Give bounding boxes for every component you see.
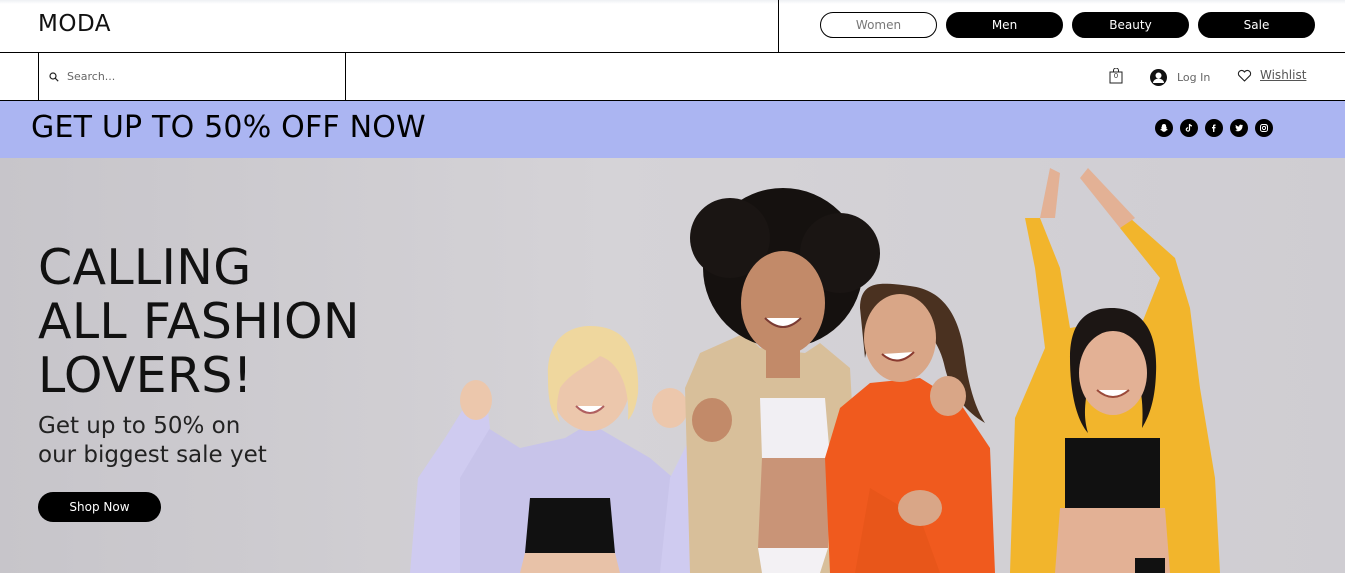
hero-title-line: LOVERS! — [38, 347, 253, 404]
login-button[interactable]: Log In — [1150, 69, 1210, 86]
hero-subtitle-line: Get up to 50% on — [38, 413, 241, 439]
shop-now-button[interactable]: Shop Now — [38, 492, 161, 522]
promo-banner: GET UP TO 50% OFF NOW — [0, 101, 1345, 158]
user-avatar-icon — [1150, 69, 1167, 86]
hero-subtitle: Get up to 50% on our biggest sale yet — [38, 412, 267, 470]
promo-text: GET UP TO 50% OFF NOW — [31, 110, 426, 145]
instagram-icon[interactable] — [1255, 119, 1273, 137]
hero-title-line: ALL FASHION — [38, 293, 360, 350]
hero-title: CALLING ALL FASHION LOVERS! — [38, 241, 360, 403]
hero-title-line: CALLING — [38, 239, 252, 296]
site-logo[interactable]: MODA — [38, 11, 111, 37]
model-orange-jacket-figure — [825, 283, 995, 573]
nav-women-button[interactable]: Women — [820, 12, 937, 38]
nav-men-button[interactable]: Men — [946, 12, 1063, 38]
hero-section: CALLING ALL FASHION LOVERS! Get up to 50… — [0, 158, 1345, 573]
tiktok-icon[interactable] — [1180, 119, 1198, 137]
facebook-icon[interactable] — [1205, 119, 1223, 137]
wishlist-label: Wishlist — [1260, 68, 1307, 82]
twitter-icon[interactable] — [1230, 119, 1248, 137]
heart-icon — [1237, 69, 1252, 82]
snapchat-icon[interactable] — [1155, 119, 1173, 137]
header-shadow — [0, 0, 1345, 4]
cart-button[interactable]: 0 — [1109, 67, 1123, 88]
nav-sale-button[interactable]: Sale — [1198, 12, 1315, 38]
model-blonde-figure — [410, 326, 730, 573]
top-header: MODA Women Men Beauty Sale — [0, 0, 1345, 53]
header-divider — [778, 0, 779, 53]
model-yellow-shirt-figure — [1010, 168, 1220, 573]
utility-bar: 0 Log In Wishlist — [0, 53, 1345, 101]
search-box[interactable] — [38, 53, 346, 100]
hero-subtitle-line: our biggest sale yet — [38, 442, 267, 468]
login-label: Log In — [1177, 71, 1211, 84]
nav-beauty-button[interactable]: Beauty — [1072, 12, 1189, 38]
search-icon — [49, 71, 59, 82]
cart-count: 0 — [1113, 72, 1119, 80]
wishlist-link[interactable]: Wishlist — [1237, 68, 1306, 82]
social-links — [1155, 119, 1273, 137]
hero-models-image — [410, 168, 1220, 573]
search-input[interactable] — [67, 70, 327, 83]
